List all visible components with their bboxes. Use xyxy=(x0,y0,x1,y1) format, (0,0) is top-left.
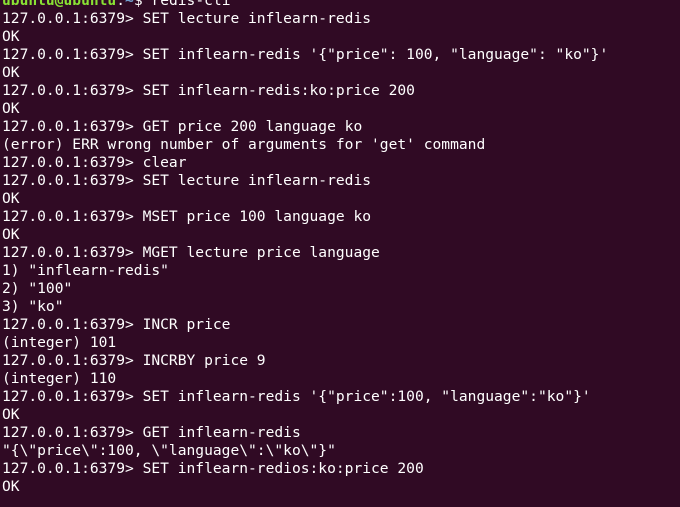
redis-set-price-command: 127.0.0.1:6379> SET inflearn-redis:ko:pr… xyxy=(2,82,415,99)
terminal-output[interactable]: ubuntu@ubuntu:~$ redis-cli 127.0.0.1:637… xyxy=(0,0,680,496)
redis-get-command: 127.0.0.1:6379> GET price 200 language k… xyxy=(2,118,363,135)
redis-reply-ok: OK xyxy=(2,64,20,81)
redis-json-reply: "{\"price\":100, \"language\":\"ko\"}" xyxy=(2,442,336,459)
redis-get-json-command: 127.0.0.1:6379> GET inflearn-redis xyxy=(2,424,301,441)
prompt-colon: : xyxy=(116,0,126,9)
prompt-path: ~ xyxy=(125,0,134,9)
redis-incrby-command: 127.0.0.1:6379> INCRBY price 9 xyxy=(2,352,266,369)
prompt-command: redis-cli xyxy=(151,0,231,9)
redis-reply-ok: OK xyxy=(2,406,20,423)
shell-prompt-line: ubuntu@ubuntu:~$ redis-cli xyxy=(2,0,678,10)
redis-error-reply: (error) ERR wrong number of arguments fo… xyxy=(2,136,486,153)
redis-set-lecture-command: 127.0.0.1:6379> SET lecture inflearn-red… xyxy=(2,172,372,189)
redis-set-lecture-command: 127.0.0.1:6379> SET lecture inflearn-red… xyxy=(2,10,372,27)
redis-reply-ok: OK xyxy=(2,226,20,243)
redis-integer-reply: (integer) 101 xyxy=(2,334,117,351)
redis-reply-ok: OK xyxy=(2,478,20,495)
redis-reply-ok: OK xyxy=(2,28,20,45)
redis-set-json-command: 127.0.0.1:6379> SET inflearn-redis '{"pr… xyxy=(2,388,591,405)
redis-incr-command: 127.0.0.1:6379> INCR price xyxy=(2,316,231,333)
redis-mget-result-1: 1) "inflearn-redis" xyxy=(2,262,169,279)
redis-integer-reply: (integer) 110 xyxy=(2,370,117,387)
redis-reply-ok: OK xyxy=(2,190,20,207)
redis-mget-result-3: 3) "ko" xyxy=(2,298,64,315)
redis-set-price-command: 127.0.0.1:6379> SET inflearn-redios:ko:p… xyxy=(2,460,424,477)
redis-mget-command: 127.0.0.1:6379> MGET lecture price langu… xyxy=(2,244,380,261)
redis-reply-ok: OK xyxy=(2,100,20,117)
redis-mget-result-2: 2) "100" xyxy=(2,280,73,297)
prompt-user-host: ubuntu@ubuntu xyxy=(2,0,117,9)
redis-mset-command: 127.0.0.1:6379> MSET price 100 language … xyxy=(2,208,372,225)
redis-set-json-command: 127.0.0.1:6379> SET inflearn-redis '{"pr… xyxy=(2,46,609,63)
redis-clear-command: 127.0.0.1:6379> clear xyxy=(2,154,187,171)
prompt-symbol: $ xyxy=(133,0,152,9)
